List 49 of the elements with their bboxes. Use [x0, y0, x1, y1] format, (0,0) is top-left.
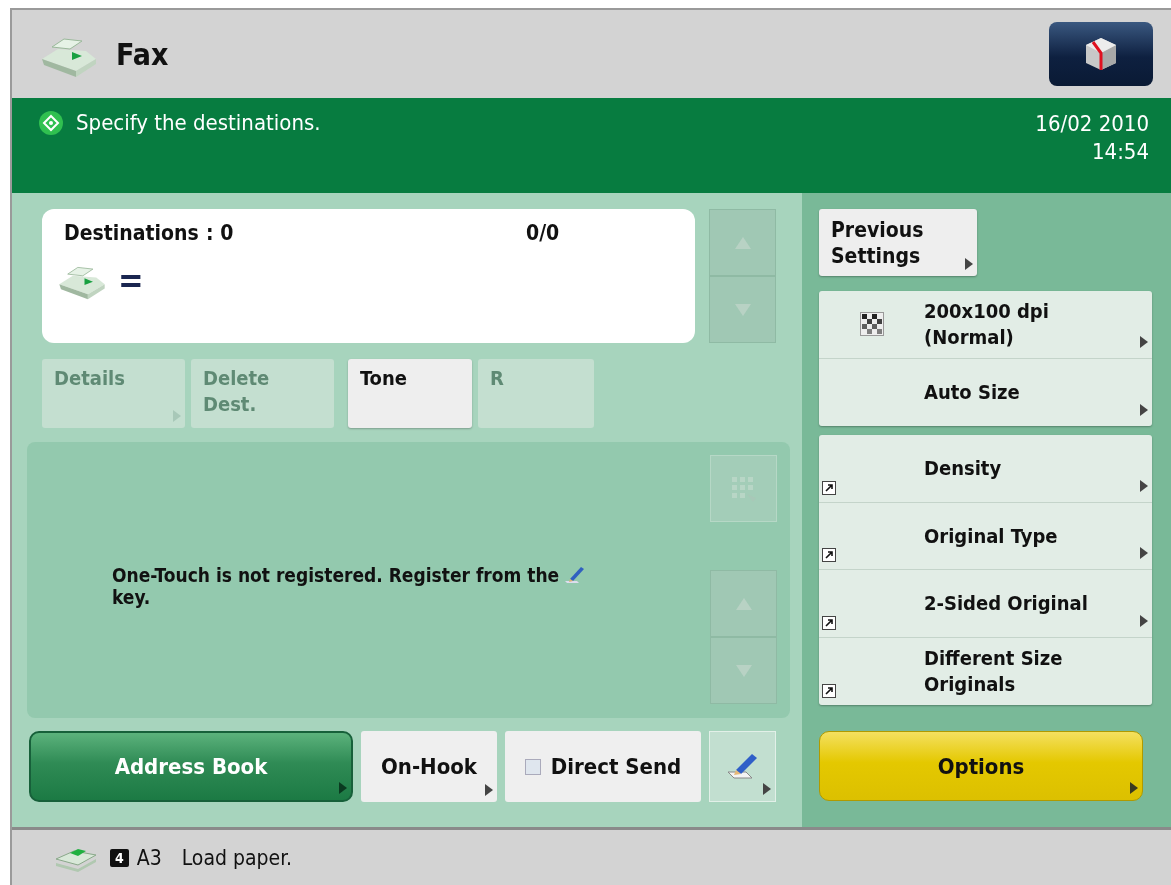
setting-button[interactable]: Auto Size: [819, 358, 1152, 426]
setting-button[interactable]: Different Size Originals: [819, 637, 1152, 705]
previous-settings-button[interactable]: Previous Settings: [819, 209, 977, 276]
options-button[interactable]: Options: [819, 731, 1143, 801]
equals-sign: =: [118, 260, 144, 300]
instruction-text: Specify the destinations.: [76, 110, 321, 136]
one-touch-message: One-Touch is not registered. Register from the: [112, 564, 560, 586]
window-title: Fax: [116, 36, 169, 72]
caret-icon: [1130, 782, 1138, 794]
caret-icon: [339, 782, 347, 794]
on-hook-button[interactable]: On-Hook: [361, 731, 497, 802]
caret-icon: [173, 410, 181, 422]
info-icon: [38, 110, 64, 136]
destination-button[interactable]: Tone: [348, 359, 472, 428]
destinations-label: Destinations: [64, 221, 200, 245]
status-message: Load paper.: [181, 845, 292, 870]
time-text: 14:54: [1091, 138, 1149, 166]
direct-send-button[interactable]: Direct Send: [505, 731, 701, 802]
address-book-button[interactable]: Address Book: [29, 731, 353, 802]
setting-button[interactable]: Density: [819, 435, 1152, 503]
caret-icon: [1140, 614, 1148, 627]
triangle-down-icon: [733, 662, 754, 679]
caret-icon: [965, 258, 973, 270]
drawer-number: 4: [110, 848, 129, 867]
shortcut-icon: [822, 615, 836, 630]
shortcut-icon: [822, 548, 836, 562]
setting-button[interactable]: 2-Sided Original: [819, 570, 1152, 638]
pen-icon: [725, 751, 760, 782]
page-counter: 0/0: [526, 221, 560, 245]
caret-icon: [1140, 335, 1148, 348]
destinations-count: : 0: [206, 221, 235, 245]
shortcut-icon: [822, 480, 836, 495]
one-touch-message: key.: [112, 586, 151, 608]
paper-size: A3: [136, 845, 162, 870]
caret-icon: [1140, 404, 1148, 416]
triangle-down-icon: [732, 301, 753, 318]
checkbox[interactable]: [524, 758, 541, 775]
pen-icon: [563, 565, 586, 585]
setting-button[interactable]: Original Type: [819, 502, 1152, 570]
caret-icon: [1140, 479, 1148, 492]
shortcut-icon: [822, 684, 836, 698]
resolution-icon: [859, 312, 884, 337]
date-text: 16/02 2010: [1035, 110, 1149, 138]
register-button[interactable]: [709, 731, 776, 802]
main-menu-button[interactable]: [1049, 22, 1153, 86]
setting-button[interactable]: 200x100 dpi (Normal): [819, 291, 1152, 359]
caret-icon: [763, 783, 771, 795]
caret-icon: [485, 784, 493, 796]
caret-icon: [1140, 547, 1148, 559]
